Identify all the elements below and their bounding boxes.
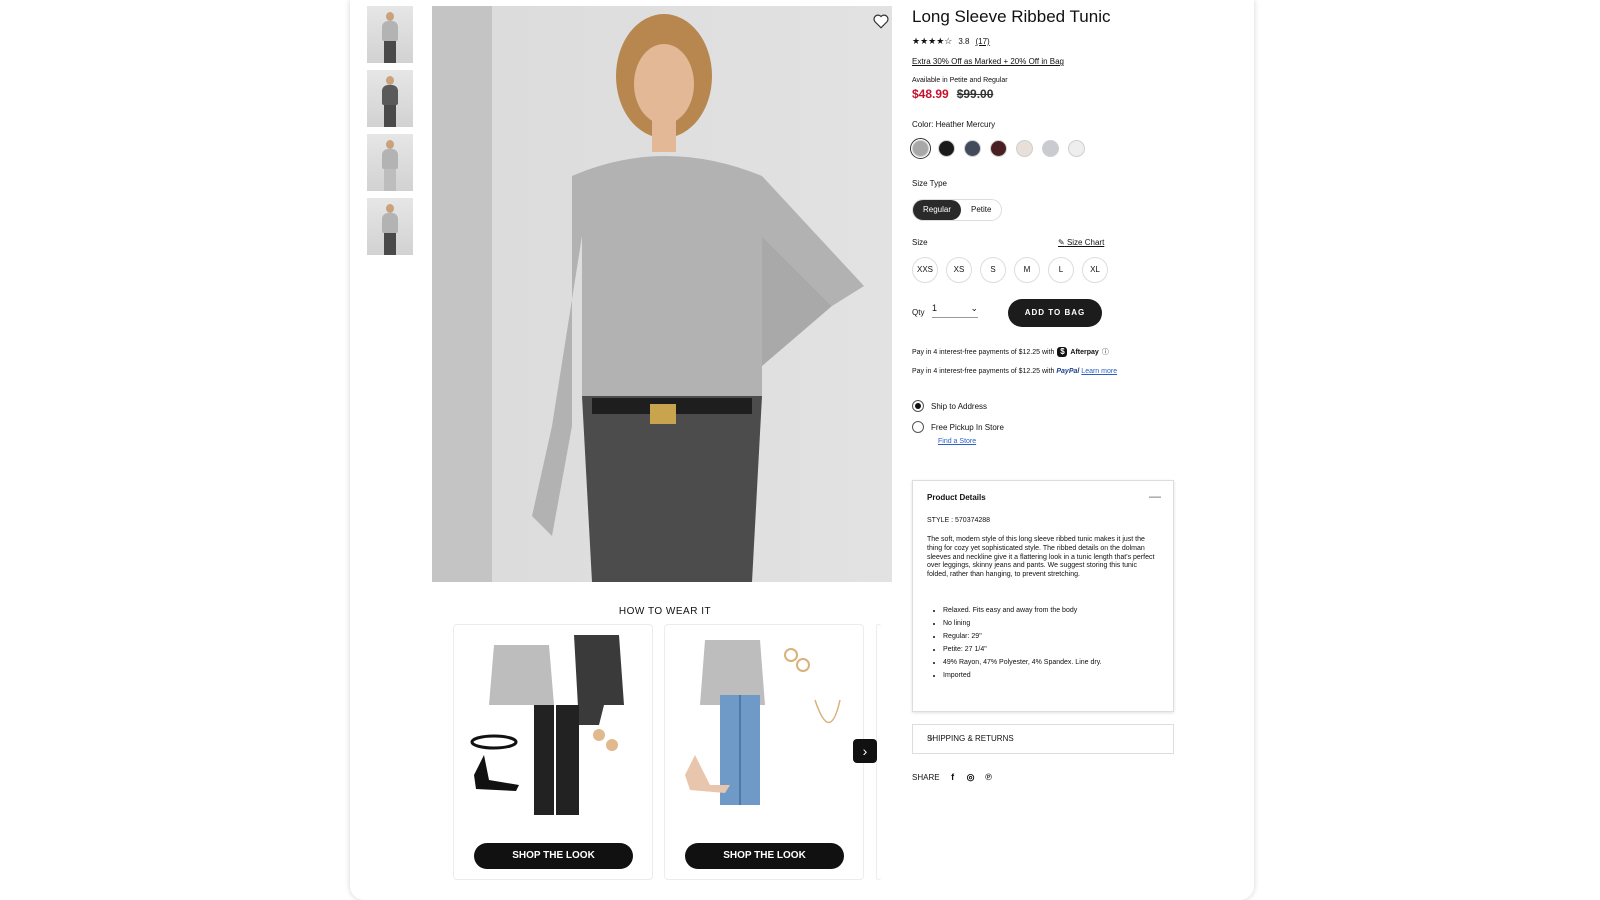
wishlist-heart-icon[interactable] <box>872 12 890 30</box>
product-main-image <box>432 6 892 582</box>
look-2-image <box>665 625 863 825</box>
thumbnail-4[interactable] <box>367 198 413 255</box>
afterpay-brand: Afterpay <box>1070 349 1098 356</box>
size-chart-link[interactable]: ✎ Size Chart <box>1058 238 1104 247</box>
feature-item: No lining <box>943 620 1102 627</box>
review-count-link[interactable]: (17) <box>975 37 989 46</box>
style-number: STYLE : 570374288 <box>927 517 990 524</box>
pickup-option[interactable]: Free Pickup In Store <box>912 421 1004 433</box>
afterpay-line: Pay in 4 interest-free payments of $12.2… <box>912 347 1109 357</box>
chevron-down-icon: ⌄ <box>970 303 978 314</box>
size-s[interactable]: S <box>980 257 1006 283</box>
pinterest-icon[interactable]: ℗ <box>984 772 994 782</box>
rating-summary[interactable]: ★★★★☆ 3.8 (17) <box>912 36 990 47</box>
color-swatch-2[interactable] <box>938 140 955 157</box>
size-xxs[interactable]: XXS <box>912 257 938 283</box>
look-1-image <box>454 625 652 825</box>
thumbnail-3[interactable] <box>367 134 413 191</box>
color-label: Color: Heather Mercury <box>912 120 995 129</box>
afterpay-logo-icon: $ <box>1057 347 1067 357</box>
pickup-label: Free Pickup In Store <box>931 423 1004 432</box>
size-type-regular[interactable]: Regular <box>913 200 961 220</box>
product-details-heading[interactable]: Product Details <box>927 493 986 502</box>
qty-select[interactable]: 1 ⌄ <box>932 303 978 318</box>
find-a-store-link[interactable]: Find a Store <box>938 438 976 445</box>
price-block: $48.99 $99.00 <box>912 87 993 101</box>
color-swatch-6[interactable] <box>1042 140 1059 157</box>
share-row: SHARE f ◎ ℗ <box>912 772 994 782</box>
radio-ship-selected[interactable] <box>912 400 924 412</box>
rating-value: 3.8 <box>958 37 969 46</box>
instagram-icon[interactable]: ◎ <box>966 772 976 782</box>
thumbnail-list <box>367 6 413 262</box>
feature-item: Imported <box>943 672 1102 679</box>
expand-plus-icon: + <box>927 731 1161 745</box>
paypal-line: Pay in 4 interest-free payments of $12.2… <box>912 368 1117 375</box>
how-to-wear-heading: HOW TO WEAR IT <box>600 606 730 617</box>
size-label: Size <box>912 238 928 247</box>
look-card-2: SHOP THE LOOK <box>664 624 864 880</box>
sale-price: $48.99 <box>912 87 949 101</box>
color-swatch-4[interactable] <box>990 140 1007 157</box>
selected-color-name: Heather Mercury <box>936 120 996 129</box>
product-details-panel: Product Details — STYLE : 570374288 The … <box>912 480 1174 712</box>
info-icon[interactable]: ⓘ <box>1102 347 1109 357</box>
feature-item: Petite: 27 1/4" <box>943 646 1102 653</box>
color-swatches <box>912 140 1085 157</box>
facebook-icon[interactable]: f <box>948 772 958 782</box>
paypal-text: Pay in 4 interest-free payments of $12.2… <box>912 368 1054 375</box>
qty-value: 1 <box>932 303 937 314</box>
chevron-right-icon: › <box>863 743 868 759</box>
feature-item: 49% Rayon, 47% Polyester, 4% Spandex. Li… <box>943 659 1102 666</box>
paypal-brand: PayPal <box>1056 368 1079 375</box>
model-illustration <box>432 6 892 582</box>
add-to-bag-button[interactable]: ADD TO BAG <box>1008 299 1102 327</box>
ship-to-address-option[interactable]: Ship to Address <box>912 400 987 412</box>
size-type-toggle: Regular Petite <box>912 199 1002 221</box>
product-features: Relaxed. Fits easy and away from the bod… <box>927 607 1102 685</box>
thumbnail-2[interactable] <box>367 70 413 127</box>
size-type-label: Size Type <box>912 179 947 188</box>
color-label-prefix: Color: <box>912 120 933 129</box>
collapse-minus-icon[interactable]: — <box>1149 489 1161 503</box>
qty-label: Qty <box>912 308 924 317</box>
shop-the-look-button-1[interactable]: SHOP THE LOOK <box>474 843 633 869</box>
feature-item: Regular: 29" <box>943 633 1102 640</box>
color-swatch-3[interactable] <box>964 140 981 157</box>
color-swatch-1[interactable] <box>912 140 929 157</box>
ship-to-address-label: Ship to Address <box>931 402 987 411</box>
thumbnail-1[interactable] <box>367 6 413 63</box>
product-title: Long Sleeve Ribbed Tunic <box>912 7 1110 27</box>
ruler-icon: ✎ <box>1058 238 1065 247</box>
size-xl[interactable]: XL <box>1082 257 1108 283</box>
rating-stars: ★★★★☆ <box>912 36 952 47</box>
color-swatch-5[interactable] <box>1016 140 1033 157</box>
shop-the-look-button-2[interactable]: SHOP THE LOOK <box>685 843 844 869</box>
size-type-petite[interactable]: Petite <box>961 200 1001 220</box>
feature-item: Relaxed. Fits easy and away from the bod… <box>943 607 1102 614</box>
share-label: SHARE <box>912 773 940 782</box>
size-m[interactable]: M <box>1014 257 1040 283</box>
size-xs[interactable]: XS <box>946 257 972 283</box>
afterpay-text: Pay in 4 interest-free payments of $12.2… <box>912 349 1054 356</box>
color-swatch-7[interactable] <box>1068 140 1085 157</box>
radio-pickup[interactable] <box>912 421 924 433</box>
carousel-next-button[interactable]: › <box>853 739 877 763</box>
availability-text: Available in Petite and Regular <box>912 77 1008 84</box>
product-description: The soft, modern style of this long slee… <box>927 536 1159 580</box>
size-options: XXS XS S M L XL <box>912 257 1108 283</box>
shipping-returns-accordion[interactable]: SHIPPING & RETURNS + <box>912 724 1174 754</box>
promo-link[interactable]: Extra 30% Off as Marked + 20% Off in Bag <box>912 57 1064 66</box>
original-price: $99.00 <box>957 87 994 101</box>
size-l[interactable]: L <box>1048 257 1074 283</box>
size-chart-label: Size Chart <box>1067 238 1104 247</box>
learn-more-link[interactable]: Learn more <box>1081 368 1117 375</box>
look-card-1: SHOP THE LOOK <box>453 624 653 880</box>
